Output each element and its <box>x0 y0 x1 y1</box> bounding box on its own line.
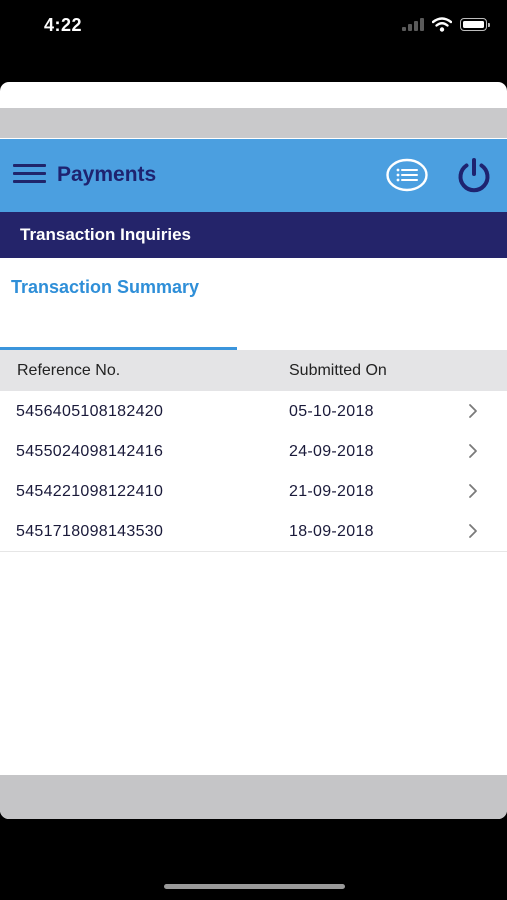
tab-transaction-summary[interactable]: Transaction Summary <box>11 277 199 298</box>
section-bar: Transaction Inquiries <box>0 212 507 258</box>
reference-number: 5451718098143530 <box>16 523 164 540</box>
chevron-right-icon <box>469 444 477 458</box>
app-header: Payments <box>0 139 507 212</box>
chevron-right-icon <box>469 484 477 498</box>
wifi-icon <box>432 17 452 32</box>
status-time: 4:22 <box>44 15 83 35</box>
bottom-gray-band <box>0 775 507 819</box>
submitted-date: 24-09-2018 <box>289 443 374 460</box>
power-icon[interactable] <box>455 156 493 194</box>
table-header: Reference No. Submitted On <box>0 350 507 391</box>
column-header-submitted-on: Submitted On <box>289 362 387 379</box>
submitted-date: 18-09-2018 <box>289 523 374 540</box>
page-title: Payments <box>57 163 157 186</box>
reference-number: 5455024098142416 <box>16 443 164 460</box>
column-header-reference: Reference No. <box>17 362 121 379</box>
chevron-right-icon <box>469 404 477 418</box>
status-bar: 4:22 <box>0 0 507 54</box>
submitted-date: 21-09-2018 <box>289 483 374 500</box>
table-row[interactable]: 5455024098142416 24-09-2018 <box>0 431 507 471</box>
status-icons <box>402 17 490 32</box>
app-content: Payments Transaction Inquiries Transacti… <box>0 82 507 819</box>
reference-number: 5454221098122410 <box>16 483 164 500</box>
table-row[interactable]: 5456405108182420 05-10-2018 <box>0 391 507 431</box>
hamburger-menu-icon[interactable] <box>13 164 46 184</box>
reference-number: 5456405108182420 <box>16 403 164 420</box>
top-gray-band <box>0 108 507 138</box>
submitted-date: 05-10-2018 <box>289 403 374 420</box>
tab-bar: Transaction Summary <box>0 258 507 350</box>
section-title: Transaction Inquiries <box>20 225 191 244</box>
battery-icon <box>460 18 490 31</box>
transaction-table: 5456405108182420 05-10-2018 545502409814… <box>0 391 507 552</box>
chevron-right-icon <box>469 524 477 538</box>
phone-screen: 4:22 Payments Transaction Inquiries Tran… <box>0 0 507 900</box>
cellular-signal-icon <box>402 18 424 31</box>
home-indicator[interactable] <box>164 884 345 889</box>
list-icon[interactable] <box>386 158 428 192</box>
divider <box>0 551 507 552</box>
table-row[interactable]: 5454221098122410 21-09-2018 <box>0 471 507 511</box>
table-row[interactable]: 5451718098143530 18-09-2018 <box>0 511 507 551</box>
